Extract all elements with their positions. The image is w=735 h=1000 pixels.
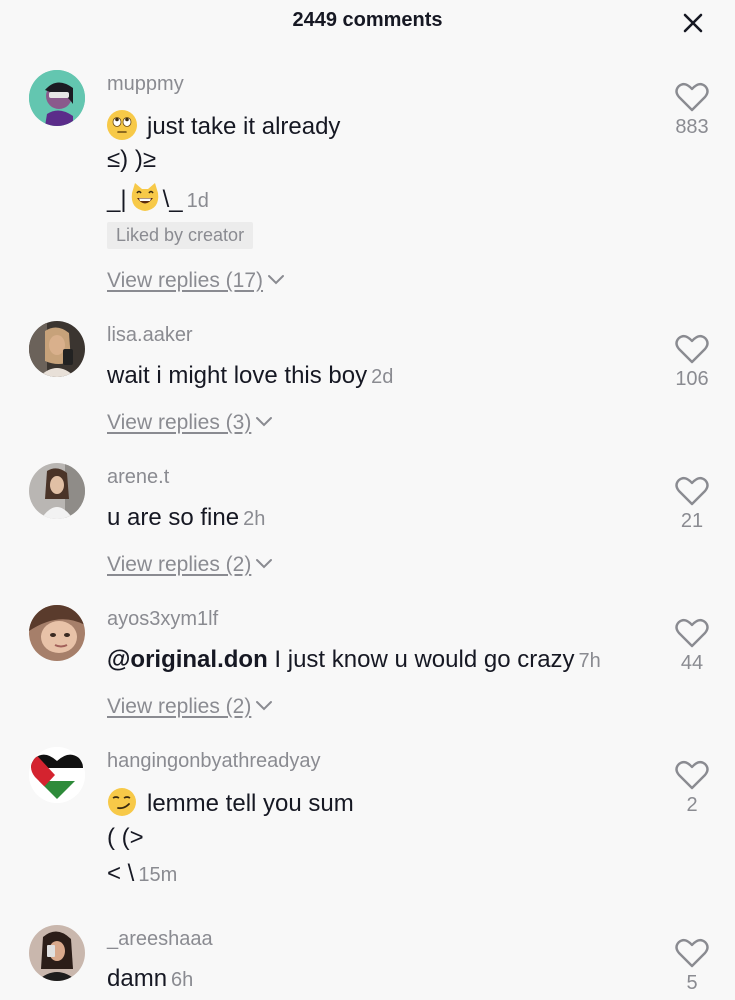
comment-username[interactable]: hangingonbyathreadyay xyxy=(107,750,321,773)
comment-username[interactable]: ayos3xym1lf xyxy=(107,608,218,631)
comment-timestamp: 2d xyxy=(371,366,394,388)
close-icon[interactable] xyxy=(681,11,705,35)
avatar[interactable] xyxy=(29,463,85,519)
heart-icon[interactable] xyxy=(675,618,709,648)
like-count: 5 xyxy=(686,972,698,994)
comment-timestamp: 7h xyxy=(578,650,601,672)
like-control: 5 xyxy=(668,938,716,995)
heart-icon[interactable] xyxy=(675,476,709,506)
comment-text-fragment: < \ xyxy=(107,860,135,887)
comment-text-line: ≤) )≥ xyxy=(107,146,156,173)
smirk-emoji-icon xyxy=(107,787,137,817)
chevron-down-icon xyxy=(256,701,273,711)
comment-timestamp: 6h xyxy=(171,969,194,991)
comment-text-body: wait i might love this boy xyxy=(107,362,368,389)
comment-text: @original.don I just know u would go cra… xyxy=(107,645,601,676)
comments-header: 2449 comments xyxy=(0,0,735,46)
comment-timestamp: 2h xyxy=(243,508,266,530)
comment-text-line: just take it already xyxy=(147,113,341,140)
comment-text-line: _| \_ 1d xyxy=(107,181,209,216)
comment-text-line: lemme tell you sum xyxy=(147,790,354,817)
comment-text-line: ( (> xyxy=(107,824,144,851)
heart-icon[interactable] xyxy=(675,82,709,112)
avatar[interactable] xyxy=(29,747,85,803)
like-count: 44 xyxy=(680,652,704,674)
mention-link[interactable]: @original.don xyxy=(107,646,268,673)
comment-text-body: I just know u would go crazy xyxy=(274,646,575,673)
comment-username[interactable]: muppmy xyxy=(107,73,184,96)
comment-text: u are so fine 2h xyxy=(107,503,265,534)
like-count: 21 xyxy=(680,510,704,532)
heart-icon[interactable] xyxy=(675,334,709,364)
comment-text-body: u are so fine xyxy=(107,504,240,531)
view-replies-button[interactable]: View replies (3) xyxy=(107,411,273,435)
comment-text: wait i might love this boy 2d xyxy=(107,361,393,392)
comment-timestamp: 1d xyxy=(186,190,209,212)
view-replies-button[interactable]: View replies (2) xyxy=(107,695,273,719)
like-control: 883 xyxy=(668,82,716,139)
comments-count-title: 2449 comments xyxy=(292,9,443,31)
view-replies-label: View replies (2) xyxy=(107,695,252,718)
chevron-down-icon xyxy=(268,275,285,285)
view-replies-button[interactable]: View replies (2) xyxy=(107,553,273,577)
avatar[interactable] xyxy=(29,925,85,981)
grinning-cat-emoji-icon xyxy=(129,181,161,213)
comment-text-fragment: \_ xyxy=(162,186,183,213)
chevron-down-icon xyxy=(256,559,273,569)
avatar[interactable] xyxy=(29,321,85,377)
like-count: 106 xyxy=(675,368,709,390)
liked-by-creator-badge: Liked by creator xyxy=(107,222,254,249)
like-count: 883 xyxy=(675,116,709,138)
chevron-down-icon xyxy=(256,417,273,427)
comment-username[interactable]: arene.t xyxy=(107,466,169,489)
avatar[interactable] xyxy=(29,70,85,126)
view-replies-label: View replies (3) xyxy=(107,411,252,434)
comment-text-body: damn xyxy=(107,965,168,992)
comment-timestamp: 15m xyxy=(138,864,178,886)
view-replies-button[interactable]: View replies (17) xyxy=(107,269,285,293)
comment-text: damn 6h xyxy=(107,964,193,995)
heart-icon[interactable] xyxy=(675,760,709,790)
view-replies-label: View replies (17) xyxy=(107,269,264,292)
like-control: 106 xyxy=(668,334,716,391)
comment-text-fragment: _| xyxy=(107,186,127,213)
comment-username[interactable]: _areeshaaa xyxy=(107,928,213,951)
avatar[interactable] xyxy=(29,605,85,661)
like-count: 2 xyxy=(686,794,698,816)
view-replies-label: View replies (2) xyxy=(107,553,252,576)
comment-text-line: < \ 15m xyxy=(107,859,177,890)
like-control: 44 xyxy=(668,618,716,675)
comment-username[interactable]: lisa.aaker xyxy=(107,324,193,347)
like-control: 2 xyxy=(668,760,716,817)
like-control: 21 xyxy=(668,476,716,533)
comment-text: lemme tell you sum xyxy=(107,787,354,819)
eye-roll-emoji-icon xyxy=(107,110,137,140)
heart-icon[interactable] xyxy=(675,938,709,968)
comment-text: just take it already xyxy=(107,110,340,142)
